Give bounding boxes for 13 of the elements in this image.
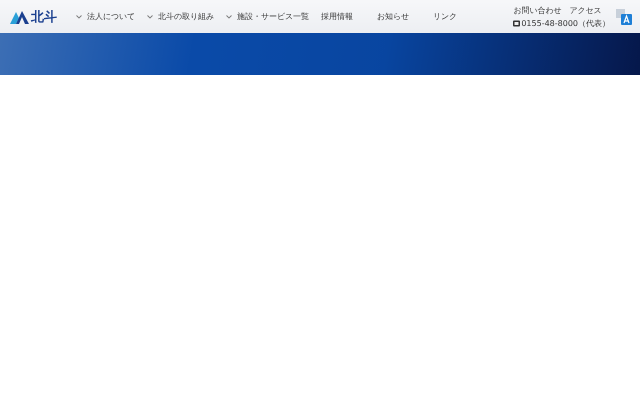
logo-text[interactable]: 北斗	[31, 8, 57, 26]
phone-number: 0155-48-8000（代表）	[521, 18, 610, 28]
nav-link[interactable]: 法人について	[76, 11, 135, 22]
logo-icon	[10, 8, 30, 24]
utility-link[interactable]: アクセス	[569, 4, 602, 16]
utility-link[interactable]: お問い合わせ	[513, 4, 562, 16]
translate-icon[interactable]	[616, 8, 632, 24]
nav-link[interactable]: 施設・サービス一覧	[226, 11, 309, 22]
nav-link[interactable]: リンク	[433, 11, 457, 22]
phone-icon	[513, 20, 520, 26]
nav-link[interactable]: お知らせ	[377, 11, 409, 22]
nav-link[interactable]: 採用情報	[321, 11, 353, 22]
nav-link[interactable]: 北斗の取り組み	[147, 11, 214, 22]
